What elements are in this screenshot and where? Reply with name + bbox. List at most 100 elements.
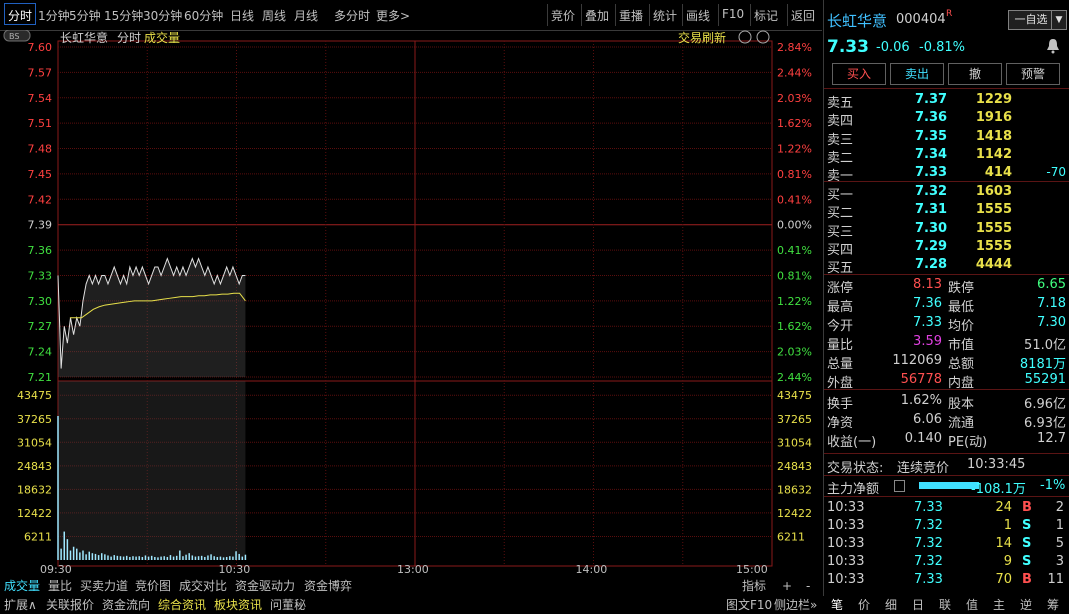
main-flow-detail-icon[interactable] — [894, 480, 905, 492]
price-tick-label: 7.60 — [28, 41, 53, 54]
detail-tab-4[interactable]: 联 — [932, 597, 958, 614]
info-tab-1[interactable]: 关联报价 — [46, 597, 94, 614]
bids-row[interactable]: 买一 7.32 1603 — [824, 183, 1069, 203]
toolbar-separator-3 — [649, 4, 650, 26]
stats1-row: 涨停 8.13 跌停 6.65 — [824, 276, 1069, 296]
time-axis-label: 15:00 — [736, 563, 768, 576]
asks-row[interactable]: 卖一 7.33 414 -70 — [824, 164, 1069, 184]
stats1-value-left: 8.13 — [913, 277, 942, 292]
detail-tab-0[interactable]: 笔 — [824, 597, 850, 614]
bs-badge-label: BS — [9, 32, 19, 41]
main-flow-row[interactable]: 主力净额 -108.1万 -1% — [824, 477, 1069, 497]
volume-tick-label-right: 18632 — [777, 483, 812, 496]
stats1-value-right: 7.30 — [1037, 315, 1066, 330]
trade-refresh-label[interactable]: 交易刷新 — [678, 30, 726, 45]
stats1-row: 今开 7.33 均价 7.30 — [824, 314, 1069, 334]
toolbar-button-6[interactable]: 标记 — [754, 7, 778, 24]
asks-row[interactable]: 卖四 7.36 1916 — [824, 109, 1069, 129]
pct-tick-label: 1.22% — [777, 143, 812, 156]
indicator-tab-5[interactable]: 资金驱动力 — [235, 578, 295, 595]
period-tab-9[interactable]: 多分时 — [334, 7, 370, 24]
panel-toggle-1[interactable]: 侧边栏» — [774, 597, 817, 614]
detail-tab-1[interactable]: 价 — [851, 597, 877, 614]
info-tab-0[interactable]: 扩展∧ — [4, 597, 37, 614]
asks-row[interactable]: 卖三 7.35 1418 — [824, 128, 1069, 148]
bids-row[interactable]: 买四 7.29 1555 — [824, 238, 1069, 258]
indicator-control-1[interactable]: + — [782, 578, 792, 595]
period-tab-2[interactable]: 5分钟 — [69, 7, 101, 24]
self-select-button[interactable]: 一自选 — [1008, 10, 1054, 30]
action-button-3[interactable]: 预警 — [1006, 63, 1060, 85]
toolbar-button-5[interactable]: F10 — [722, 7, 744, 21]
asks-row[interactable]: 卖五 7.37 1229 — [824, 91, 1069, 111]
tick-volume: 70 — [995, 572, 1012, 587]
trade-status-value: 连续竞价 — [897, 461, 950, 476]
intraday-chart[interactable]: 7.60 2.84% 7.57 2.44% 7.54 2.03% 7.51 1.62% 7.48… — [0, 29, 824, 578]
indicator-tab-0[interactable]: 成交量 — [4, 578, 40, 595]
period-tab-4[interactable]: 30分钟 — [143, 7, 182, 24]
indicator-control-2[interactable]: - — [806, 578, 810, 595]
indicator-tab-1[interactable]: 量比 — [48, 578, 72, 595]
toolbar-button-4[interactable]: 画线 — [686, 7, 710, 24]
toolbar-button-3[interactable]: 统计 — [653, 7, 677, 24]
price-tick-label: 7.45 — [28, 168, 53, 181]
stats2-value-right: 12.7 — [1037, 431, 1066, 446]
bids-row[interactable]: 买三 7.30 1555 — [824, 220, 1069, 240]
detail-tab-5[interactable]: 值 — [959, 597, 985, 614]
bids-row[interactable]: 买五 7.28 4444 — [824, 256, 1069, 276]
asks-row[interactable]: 卖二 7.34 1142 — [824, 146, 1069, 166]
toolbar-button-0[interactable]: 竞价 — [551, 7, 575, 24]
action-button-1[interactable]: 卖出 — [890, 63, 944, 85]
time-axis-label: 09:30 — [40, 563, 72, 576]
period-tab-3[interactable]: 15分钟 — [104, 7, 143, 24]
indicator-control-0[interactable]: 指标 — [742, 578, 766, 595]
self-select-dropdown-icon[interactable]: ▼ — [1051, 10, 1067, 30]
tick-time: 10:33 — [827, 536, 865, 551]
action-button-0[interactable]: 买入 — [832, 63, 886, 85]
alert-bell-icon[interactable] — [1046, 38, 1060, 54]
volume-tick-label: 18632 — [17, 483, 52, 496]
tick-side: S — [1022, 518, 1032, 533]
asks-price: 7.34 — [915, 146, 948, 162]
indicator-tab-3[interactable]: 竞价图 — [135, 578, 171, 595]
toolbar-button-7[interactable]: 返回 — [791, 7, 815, 24]
period-tab-7[interactable]: 周线 — [262, 7, 286, 24]
panel-toggle-0[interactable]: 图文F10 — [726, 597, 772, 614]
tick-time: 10:33 — [827, 572, 865, 587]
pct-tick-label: 0.81% — [777, 269, 812, 282]
detail-tab-7[interactable]: 逆 — [1013, 597, 1039, 614]
chart-indicator-label: 成交量 — [144, 30, 180, 45]
volume-tick-label-right: 37265 — [777, 413, 812, 426]
period-tab-1[interactable]: 1分钟 — [38, 7, 70, 24]
action-button-2[interactable]: 撤 — [948, 63, 1002, 85]
price-tick-label: 7.21 — [28, 371, 53, 384]
stats1-label-right: 跌停 — [948, 281, 975, 296]
bids-price: 7.31 — [915, 202, 948, 218]
info-tab-4[interactable]: 板块资讯 — [214, 597, 262, 614]
indicator-tab-6[interactable]: 资金博弈 — [304, 578, 352, 595]
info-tab-2[interactable]: 资金流向 — [102, 597, 150, 614]
bids-row[interactable]: 买二 7.31 1555 — [824, 201, 1069, 221]
asks-volume: 1142 — [975, 146, 1012, 162]
detail-tab-2[interactable]: 细 — [878, 597, 904, 614]
detail-tab-8[interactable]: 筹 — [1040, 597, 1066, 614]
detail-tab-3[interactable]: 日 — [905, 597, 931, 614]
tick-row: 10:33 7.33 24 B 2 — [824, 499, 1069, 517]
period-tab-10[interactable]: 更多> — [376, 7, 410, 24]
period-tab-6[interactable]: 日线 — [230, 7, 254, 24]
chart-svg[interactable]: 7.60 2.84% 7.57 2.44% 7.54 2.03% 7.51 1.62% 7.48… — [0, 29, 824, 578]
stats2-value-left: 0.140 — [904, 431, 942, 446]
bids-volume: 1555 — [975, 202, 1012, 218]
info-tab-5[interactable]: 问董秘 — [270, 597, 306, 614]
period-tab-8[interactable]: 月线 — [294, 7, 318, 24]
toolbar-button-1[interactable]: 叠加 — [585, 7, 609, 24]
stats2-row: 收益(一) 0.140 PE(动) 12.7 — [824, 430, 1069, 450]
period-tab-5[interactable]: 60分钟 — [184, 7, 223, 24]
info-tab-3[interactable]: 综合资讯 — [158, 597, 206, 614]
indicator-tab-2[interactable]: 买卖力道 — [80, 578, 128, 595]
tick-side: B — [1022, 572, 1032, 587]
detail-tab-6[interactable]: 主 — [986, 597, 1012, 614]
toolbar-button-2[interactable]: 重播 — [619, 7, 643, 24]
stats1-value-left: 7.36 — [913, 296, 942, 311]
indicator-tab-4[interactable]: 成交对比 — [179, 578, 227, 595]
